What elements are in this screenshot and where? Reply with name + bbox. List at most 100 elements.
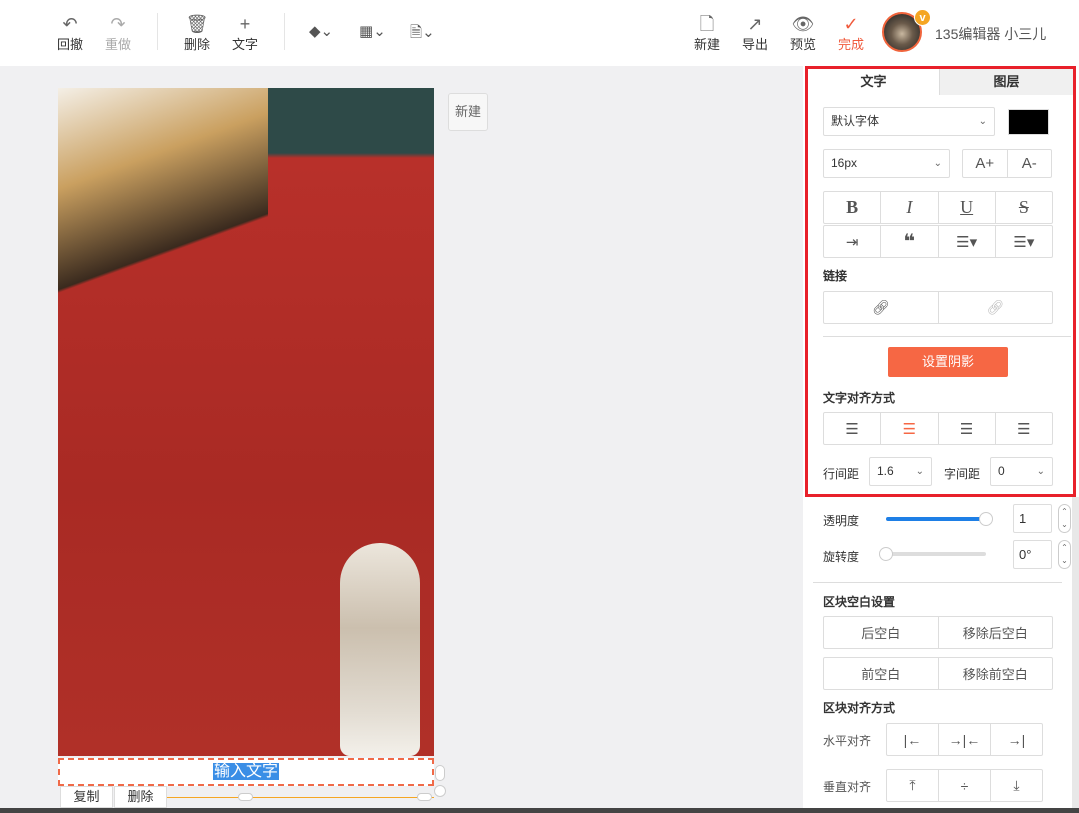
font-size-select[interactable]: 16px ⌄: [823, 149, 950, 178]
rotation-input[interactable]: 0°: [1013, 540, 1052, 569]
font-color-swatch[interactable]: [1008, 109, 1049, 135]
copy-button[interactable]: 复制: [60, 786, 113, 808]
align-middle-icon: ÷: [960, 777, 969, 794]
delete-block-button[interactable]: 删除: [114, 786, 167, 808]
new-button[interactable]: 🗋 新建: [687, 14, 727, 53]
text-align-label: 文字对齐方式: [823, 391, 896, 405]
align-right-icon: ☰: [959, 420, 974, 438]
resize-handle[interactable]: [435, 765, 445, 781]
chevron-down-icon: ⌄: [422, 24, 435, 41]
delete-button[interactable]: 🗑︎ 删除: [177, 14, 217, 53]
align-right-bar-icon: →|: [1007, 731, 1026, 748]
stone-lion: [340, 543, 420, 756]
opacity-stepper[interactable]: ⌃ ⌄: [1058, 504, 1071, 533]
eye-icon: 👁︎: [791, 14, 815, 34]
increase-font-button[interactable]: A+: [963, 150, 1007, 177]
redo-button[interactable]: ↷ 重做: [98, 14, 138, 53]
chevron-down-icon: ⌄: [320, 23, 334, 40]
ordered-list-button[interactable]: ☰▾: [937, 226, 995, 257]
rotation-slider-knob[interactable]: [879, 547, 893, 561]
rotation-slider[interactable]: [886, 552, 986, 556]
top-toolbar: ↶ 回撤 ↷ 重做 🗑︎ 删除 + 文字 ◆⌄ ▦⌄ 🗎⌄ 🗋 新建 ↗ 导出 👁︎ 预览 ✓…: [0, 0, 1079, 66]
layers-icon: ◆: [309, 23, 321, 40]
divider: [823, 336, 1071, 337]
add-link-button[interactable]: 🔗︎: [824, 292, 938, 323]
rotation-stepper[interactable]: ⌃ ⌄: [1058, 540, 1071, 569]
strikethrough-button[interactable]: S: [994, 192, 1052, 223]
remove-link-button[interactable]: 🔗︎: [937, 292, 1053, 323]
chevron-down-icon: ⌄: [1036, 466, 1045, 477]
paragraph-buttons: ⇥ ❝ ☰▾ ☰▾: [823, 225, 1053, 258]
table-icon: ▦: [359, 23, 374, 40]
divider: [813, 582, 1062, 583]
indent-button[interactable]: ⇥: [824, 226, 880, 257]
link-buttons: 🔗︎ 🔗︎: [823, 291, 1053, 324]
align-right-button[interactable]: ☰: [937, 413, 995, 444]
after-space-buttons: 后空白 移除后空白: [823, 616, 1053, 649]
export-button[interactable]: ↗ 导出: [735, 14, 775, 53]
line-height-select[interactable]: 1.6 ⌄: [869, 457, 932, 486]
align-top-button[interactable]: ⤒: [887, 770, 938, 801]
quote-icon: ❝: [903, 231, 916, 253]
align-left-icon: ☰: [845, 420, 859, 438]
undo-button[interactable]: ↶ 回撤: [50, 14, 90, 53]
align-left-button[interactable]: ☰: [824, 413, 880, 444]
search-doc-dropdown[interactable]: 🗎⌄: [410, 22, 435, 47]
shadow-button[interactable]: 设置阴影: [888, 347, 1008, 377]
add-before-space-button[interactable]: 前空白: [824, 658, 938, 689]
table-dropdown[interactable]: ▦⌄: [359, 22, 386, 40]
preview-button[interactable]: 👁︎ 预览: [783, 14, 823, 53]
align-left-bar-icon: |←: [903, 731, 922, 748]
text-block[interactable]: 输入文字: [58, 758, 434, 786]
font-family-select[interactable]: 默认字体 ⌄: [823, 107, 995, 136]
bold-button[interactable]: B: [824, 192, 880, 223]
decrease-font-button[interactable]: A-: [1006, 150, 1052, 177]
align-middle-button[interactable]: ÷: [938, 770, 990, 801]
align-block-right-button[interactable]: →|: [990, 724, 1042, 755]
bullet-list-icon: ☰▾: [1013, 233, 1035, 251]
poster-image[interactable]: [58, 88, 434, 756]
roof-eave: [58, 88, 268, 348]
quote-button[interactable]: ❝: [880, 226, 937, 257]
block-spacing-label: 区块空白设置: [823, 595, 896, 609]
align-block-left-button[interactable]: |←: [887, 724, 938, 755]
remove-before-space-button[interactable]: 移除前空白: [937, 658, 1053, 689]
font-size-buttons: A+ A-: [962, 149, 1052, 178]
horizontal-align-buttons: |← →|← →|: [886, 723, 1043, 756]
align-center-icon: ☰: [902, 420, 917, 438]
canvas-new-button[interactable]: 新建: [448, 93, 488, 131]
opacity-slider-knob[interactable]: [979, 512, 993, 526]
rotation-label: 旋转度: [823, 550, 860, 564]
format-buttons: B I U S: [823, 191, 1053, 224]
tab-text[interactable]: 文字: [808, 69, 939, 95]
layers-dropdown[interactable]: ◆⌄: [309, 22, 333, 40]
chevron-down-icon: ⌄: [978, 116, 987, 127]
opacity-input[interactable]: 1: [1013, 504, 1052, 533]
align-justify-button[interactable]: ☰: [994, 413, 1052, 444]
redo-icon: ↷: [110, 14, 126, 34]
panel-scrollbar[interactable]: [1072, 497, 1079, 808]
align-top-icon: ⤒: [909, 777, 916, 793]
resize-handle[interactable]: [417, 793, 432, 801]
align-center-button[interactable]: ☰: [880, 413, 937, 444]
align-bottom-button[interactable]: ⤓: [990, 770, 1042, 801]
rotate-handle[interactable]: [434, 785, 446, 797]
selected-text[interactable]: 输入文字: [212, 763, 279, 780]
align-block-center-button[interactable]: →|←: [938, 724, 990, 755]
chevron-down-icon: ⌄: [933, 158, 942, 169]
remove-after-space-button[interactable]: 移除后空白: [937, 617, 1053, 648]
username[interactable]: 135编辑器 小三儿: [935, 24, 1046, 44]
opacity-slider[interactable]: [886, 517, 986, 521]
add-text-button[interactable]: + 文字: [225, 14, 265, 53]
tab-layers[interactable]: 图层: [939, 69, 1073, 95]
letter-spacing-select[interactable]: 0 ⌄: [990, 457, 1053, 486]
resize-handle[interactable]: [238, 793, 253, 801]
chevron-down-icon: ⌄: [373, 23, 386, 40]
vertical-align-buttons: ⤒ ÷ ⤓: [886, 769, 1043, 802]
add-after-space-button[interactable]: 后空白: [824, 617, 938, 648]
before-space-buttons: 前空白 移除前空白: [823, 657, 1053, 690]
italic-button[interactable]: I: [880, 192, 937, 223]
done-button[interactable]: ✓ 完成: [831, 14, 871, 53]
underline-button[interactable]: U: [937, 192, 995, 223]
unordered-list-button[interactable]: ☰▾: [994, 226, 1052, 257]
